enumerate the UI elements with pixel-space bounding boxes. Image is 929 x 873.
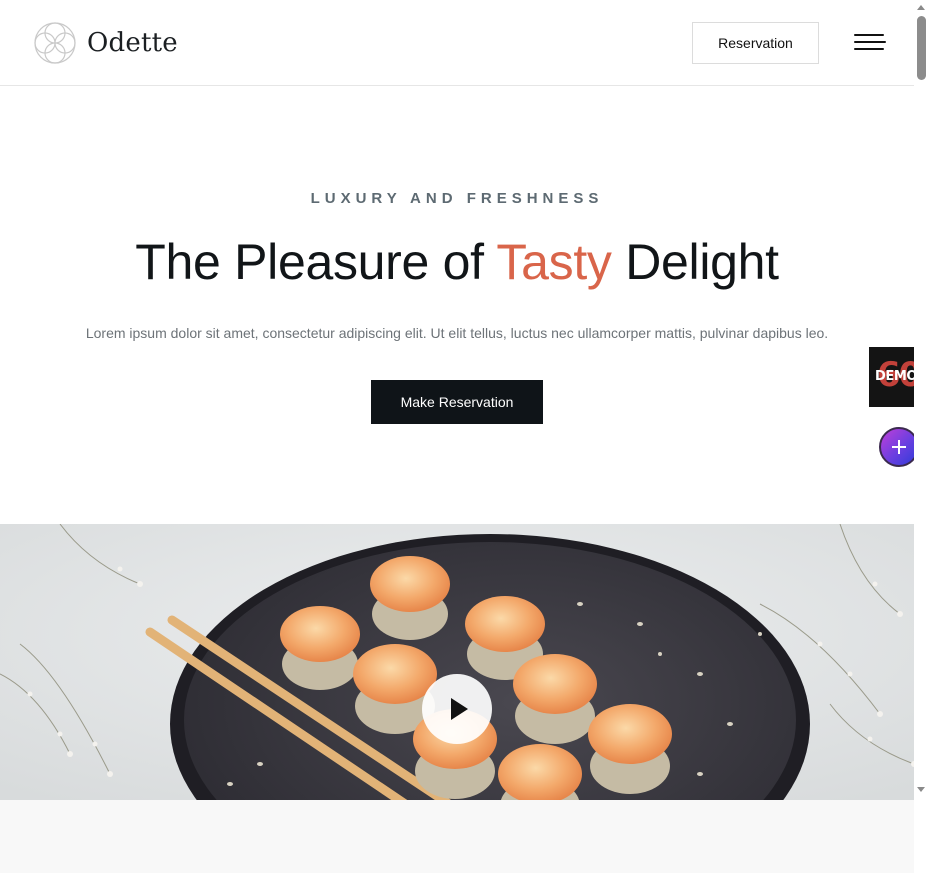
play-icon bbox=[451, 698, 468, 720]
headline-accent: Tasty bbox=[496, 234, 612, 290]
make-reservation-button[interactable]: Make Reservation bbox=[371, 380, 543, 424]
play-video-button[interactable] bbox=[422, 674, 492, 744]
scrollbar-thumb[interactable] bbox=[917, 16, 926, 80]
headline-part-2: Delight bbox=[611, 234, 779, 290]
next-section-band bbox=[0, 800, 914, 873]
vertical-scrollbar[interactable] bbox=[914, 0, 929, 800]
site-header: Odette Reservation bbox=[0, 0, 914, 86]
scroll-up-arrow-icon[interactable] bbox=[917, 5, 925, 10]
headline-part-1: The Pleasure of bbox=[135, 234, 497, 290]
sushi-plate-illustration bbox=[0, 524, 914, 800]
brand-logo[interactable]: Odette bbox=[30, 18, 178, 68]
scroll-down-arrow-icon[interactable] bbox=[917, 787, 925, 792]
page: Odette Reservation LUXURY AND FRESHNESS … bbox=[0, 0, 914, 873]
hamburger-menu-icon[interactable] bbox=[854, 32, 886, 52]
hero-lead-text: Lorem ipsum dolor sit amet, consectetur … bbox=[85, 325, 829, 341]
flower-ring-logo-icon bbox=[34, 22, 76, 64]
brand-name: Odette bbox=[87, 28, 178, 58]
hero-headline: The Pleasure of Tasty Delight bbox=[0, 233, 914, 291]
hero-eyebrow: LUXURY AND FRESHNESS bbox=[310, 190, 604, 207]
sushi-hero-image bbox=[0, 524, 914, 800]
reservation-button[interactable]: Reservation bbox=[692, 22, 819, 64]
plus-icon[interactable] bbox=[879, 427, 919, 467]
